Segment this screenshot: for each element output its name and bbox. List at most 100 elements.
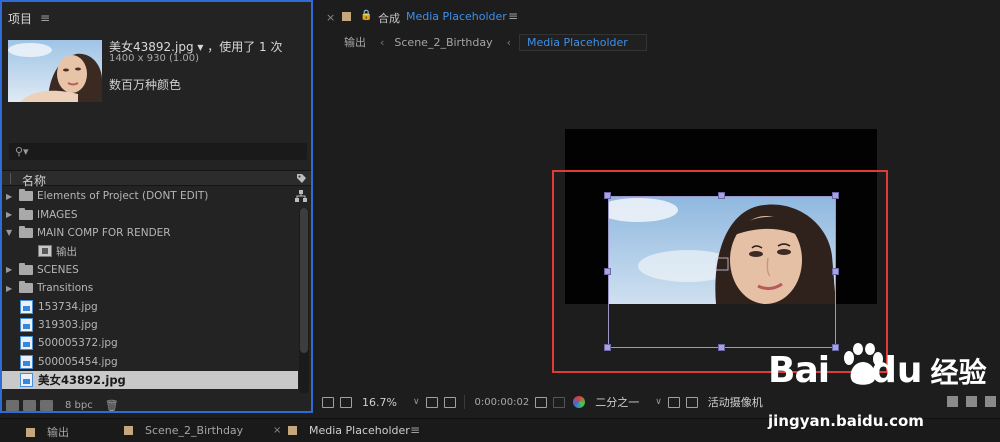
folder-icon xyxy=(19,262,33,275)
project-panel-title: 项目 xyxy=(8,11,33,26)
composition-tab-bar: × 🔒 合成 Media Placeholder ≡ xyxy=(316,0,1000,34)
image-file-icon xyxy=(20,354,33,369)
collapse-arrow-icon[interactable]: ▼ xyxy=(6,228,16,237)
list-item-label: Elements of Project (DONT EDIT) xyxy=(37,190,209,203)
color-depth-button[interactable]: 8 bpc xyxy=(65,400,93,411)
breadcrumb-item[interactable]: 输出 xyxy=(344,34,366,50)
3d-view-icon[interactable] xyxy=(966,396,977,407)
breadcrumb: 输出 ‹ Scene_2_Birthday ‹ Media Placeholde… xyxy=(316,32,1000,52)
resolution-select[interactable]: 二分之一 xyxy=(595,394,639,410)
list-item[interactable]: ▶ Elements of Project (DONT EDIT) xyxy=(2,187,298,205)
folder-icon xyxy=(19,225,33,238)
view-layout-icon[interactable] xyxy=(947,396,958,407)
chevron-down-icon[interactable]: ∨ xyxy=(413,397,420,407)
breadcrumb-item-active[interactable]: Media Placeholder xyxy=(519,33,647,51)
new-composition-icon[interactable] xyxy=(40,400,53,411)
grid-icon[interactable] xyxy=(425,396,438,408)
project-panel-tab[interactable]: 项目 ≡ xyxy=(8,8,50,28)
zoom-level[interactable]: 16.7% xyxy=(362,396,397,409)
project-panel: 项目 ≡ 美女43892.jpg ▾ ，使用了 1 次 1400 x 930 (… xyxy=(0,0,313,413)
folder-icon xyxy=(19,189,33,202)
item-color-depth: 数百万种颜色 xyxy=(109,78,182,92)
composition-icon xyxy=(38,245,52,258)
search-icon[interactable]: ⚲▾ xyxy=(15,145,29,158)
fast-preview-icon[interactable] xyxy=(985,396,996,407)
list-item-label: Transitions xyxy=(37,282,94,295)
list-item-label: MAIN COMP FOR RENDER xyxy=(37,226,171,239)
label-color-swatch xyxy=(342,12,351,21)
transparency-grid-icon[interactable] xyxy=(685,396,698,408)
label-color-swatch xyxy=(288,426,297,435)
list-item-label: 输出 xyxy=(56,245,77,258)
composition-tab-name[interactable]: Media Placeholder xyxy=(406,10,507,23)
tab-output[interactable]: 输出 xyxy=(26,424,69,440)
divider xyxy=(463,395,465,409)
monitor-icon[interactable] xyxy=(340,396,352,408)
close-icon[interactable]: × xyxy=(273,425,281,436)
camera-snapshot-icon[interactable] xyxy=(535,396,548,408)
viewer-toolbar: 16.7% ∨ 0:00:00:02 二分之一 ∨ 活动摄像机 xyxy=(316,392,1000,412)
region-of-interest-icon[interactable] xyxy=(667,396,680,408)
chevron-left-icon: ‹ xyxy=(506,35,511,49)
new-folder-icon[interactable] xyxy=(23,400,36,411)
column-separator xyxy=(10,173,11,184)
list-item[interactable]: ▼ MAIN COMP FOR RENDER xyxy=(2,224,298,242)
annotation-highlight-box xyxy=(552,170,888,373)
list-item-label: 319303.jpg xyxy=(38,318,98,331)
expand-arrow-icon[interactable]: ▶ xyxy=(6,210,16,219)
expand-arrow-icon[interactable]: ▶ xyxy=(6,284,16,293)
list-item[interactable]: ▶ SCENES xyxy=(2,261,298,279)
list-item-label: IMAGES xyxy=(37,208,78,221)
mask-icon[interactable] xyxy=(443,396,456,408)
image-file-icon xyxy=(20,373,33,388)
viewer-toolbar-right xyxy=(947,396,996,407)
list-item[interactable]: ▶ Transitions xyxy=(2,279,298,297)
timeline-tab-bar: 输出 Scene_2_Birthday × Media Placeholder … xyxy=(0,418,1000,442)
panel-menu-icon[interactable]: ≡ xyxy=(40,11,50,25)
list-item-label: 153734.jpg xyxy=(38,300,98,313)
list-item[interactable]: 319303.jpg xyxy=(2,316,298,334)
item-thumbnail xyxy=(8,40,102,102)
scrollbar-thumb[interactable] xyxy=(300,208,308,353)
project-search-input[interactable]: ⚲▾ xyxy=(9,143,307,160)
list-item-label: 美女43892.jpg xyxy=(38,373,126,388)
list-item[interactable]: 500005454.jpg xyxy=(2,353,298,371)
lock-icon[interactable]: 🔒 xyxy=(360,10,372,21)
current-time-display[interactable]: 0:00:00:02 xyxy=(475,397,530,408)
image-file-icon xyxy=(20,317,33,332)
panel-menu-icon[interactable]: ≡ xyxy=(508,9,518,23)
folder-icon xyxy=(19,207,33,220)
camera-view-select[interactable]: 活动摄像机 xyxy=(708,394,763,410)
interpret-footage-icon[interactable] xyxy=(6,400,19,411)
tab-label: Scene_2_Birthday xyxy=(145,424,244,437)
list-item[interactable]: ▶ IMAGES xyxy=(2,205,298,223)
chevron-down-icon[interactable]: ∨ xyxy=(655,397,662,407)
folder-icon xyxy=(19,281,33,294)
list-item-label: 500005372.jpg xyxy=(38,337,118,350)
chevron-left-icon: ‹ xyxy=(380,35,385,49)
list-item[interactable]: 153734.jpg xyxy=(2,297,298,315)
watermark-logo-text: 经验 xyxy=(930,355,987,389)
list-item[interactable]: 500005372.jpg xyxy=(2,334,298,352)
breadcrumb-item[interactable]: Scene_2_Birthday xyxy=(394,36,492,49)
color-channel-icon[interactable] xyxy=(573,396,586,408)
list-item[interactable]: 输出 xyxy=(2,242,298,260)
list-item-label: 500005454.jpg xyxy=(38,355,118,368)
list-item-label: SCENES xyxy=(37,263,79,276)
show-snapshot-icon[interactable] xyxy=(553,396,566,408)
composition-tab-prefix: 合成 xyxy=(378,12,400,25)
expand-arrow-icon[interactable]: ▶ xyxy=(6,192,16,201)
tab-label: Media Placeholder xyxy=(309,424,410,437)
image-file-icon xyxy=(20,299,33,314)
tab-scene-2-birthday[interactable]: Scene_2_Birthday xyxy=(124,424,243,437)
close-icon[interactable]: × xyxy=(326,11,335,24)
always-preview-icon[interactable] xyxy=(322,396,334,408)
list-item-selected[interactable]: 美女43892.jpg xyxy=(2,370,298,390)
panel-menu-icon[interactable]: ≡ xyxy=(410,423,420,437)
label-tag-icon[interactable] xyxy=(296,173,307,184)
tab-media-placeholder[interactable]: Media Placeholder xyxy=(288,424,410,437)
trash-icon[interactable]: 🗑 xyxy=(105,399,119,412)
label-color-swatch xyxy=(26,427,35,437)
expand-arrow-icon[interactable]: ▶ xyxy=(6,265,16,274)
tab-label: 输出 xyxy=(47,426,69,439)
